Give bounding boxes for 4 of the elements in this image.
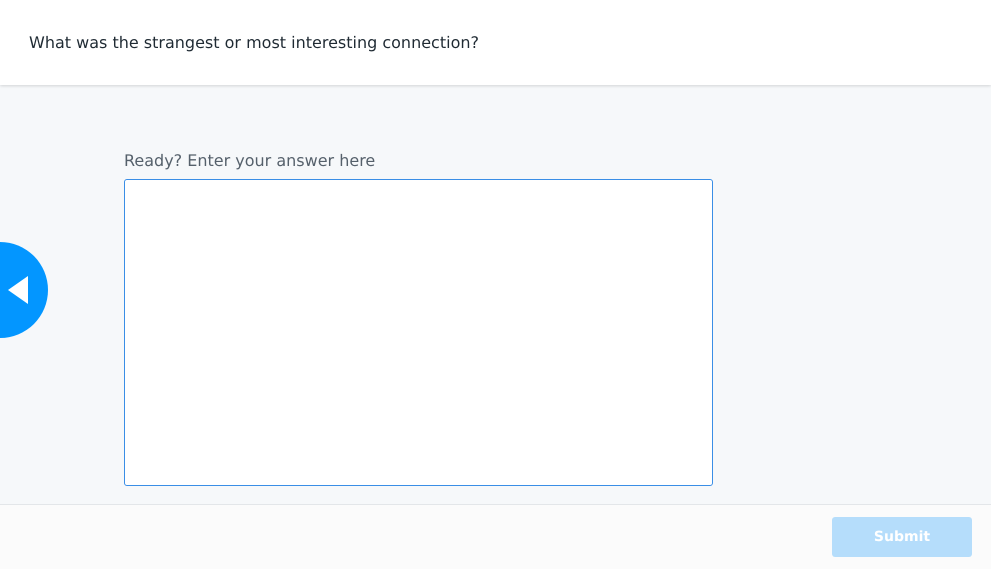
answer-field[interactable]	[124, 179, 713, 486]
answer-label: Ready? Enter your answer here	[124, 151, 376, 170]
question-text: What was the strangest or most interesting connection?	[29, 33, 479, 52]
back-triangle-icon	[8, 276, 28, 304]
